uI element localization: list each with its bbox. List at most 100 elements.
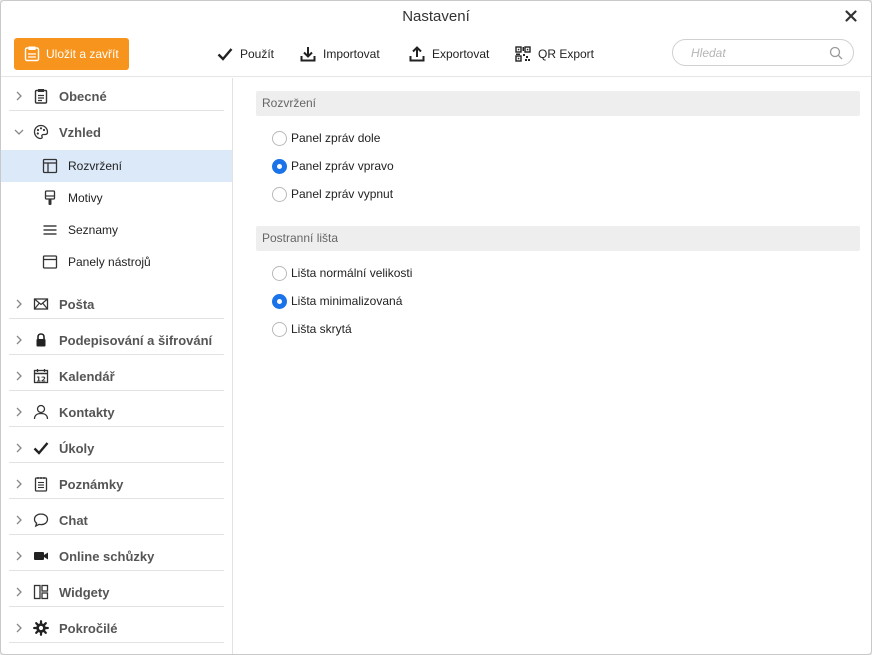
radio-label: Lišta skrytá [291, 322, 352, 336]
settings-window: Nastavení Uložit a zavřít Použít Importo… [0, 0, 872, 655]
sidebar: Obecné Vzhled Rozvržení Motivy Seznamy P… [1, 78, 233, 654]
clipboard-icon [33, 88, 49, 104]
radio-button[interactable] [272, 265, 287, 281]
sidebar-item-label: Panely nástrojů [68, 255, 151, 269]
sidebar-item-lists[interactable]: Seznamy [1, 214, 232, 246]
radio-button[interactable] [272, 130, 287, 146]
export-label: Exportovat [432, 47, 490, 61]
palette-icon [33, 124, 49, 140]
window-icon [42, 254, 58, 270]
sidebar-option-normal[interactable]: Lišta normální velikosti [256, 259, 860, 287]
search-icon[interactable] [829, 46, 843, 60]
person-icon [33, 404, 49, 420]
apply-button[interactable]: Použít [217, 43, 274, 65]
import-label: Importovat [323, 47, 380, 61]
radio-button-selected[interactable] [272, 158, 287, 174]
checkmark-icon [33, 440, 49, 456]
sidebar-item-label: Podepisování a šifrování [59, 332, 213, 348]
qr-code-icon [515, 46, 531, 62]
save-and-close-button[interactable]: Uložit a zavřít [14, 38, 129, 70]
list-icon [42, 222, 58, 238]
settings-content: Rozvržení Panel zpráv dole Panel zpráv v… [233, 78, 871, 654]
chevron-right-icon [13, 334, 25, 346]
layout-option-right[interactable]: Panel zpráv vpravo [256, 152, 860, 180]
sidebar-section-header: Postranní lišta [256, 226, 860, 251]
qr-export-label: QR Export [538, 47, 595, 61]
sidebar-item-label: Vzhled [59, 124, 101, 140]
chevron-right-icon [13, 442, 25, 454]
chevron-right-icon [13, 478, 25, 490]
radio-label: Panel zpráv vpravo [291, 159, 394, 173]
radio-label: Panel zpráv dole [291, 131, 381, 145]
sidebar-item-tasks[interactable]: Úkoly [1, 430, 232, 466]
sidebar-item-label: Rozvržení [68, 159, 123, 173]
sidebar-item-label: Seznamy [68, 223, 119, 237]
sidebar-option-hidden[interactable]: Lišta skrytá [256, 315, 860, 343]
sidebar-item-notes[interactable]: Poznámky [1, 466, 232, 502]
sidebar-item-label: Obecné [59, 88, 107, 104]
notepad-icon [33, 476, 49, 492]
sidebar-item-calendar[interactable]: 12 Kalendář [1, 358, 232, 394]
svg-text:12: 12 [36, 375, 46, 383]
chevron-right-icon [13, 90, 25, 102]
sidebar-item-signing[interactable]: Podepisování a šifrování [1, 322, 232, 358]
import-button[interactable]: Importovat [300, 43, 380, 65]
widgets-icon [33, 584, 49, 600]
sidebar-item-appearance[interactable]: Vzhled [1, 114, 232, 150]
chevron-right-icon [13, 406, 25, 418]
chat-bubble-icon [33, 512, 49, 528]
brush-icon [42, 190, 58, 206]
radio-button[interactable] [272, 321, 287, 337]
calendar-icon: 12 [33, 368, 49, 384]
layout-icon [42, 158, 58, 174]
radio-label: Lišta normální velikosti [291, 266, 413, 280]
sidebar-item-toolbars[interactable]: Panely nástrojů [1, 246, 232, 278]
layout-option-bottom[interactable]: Panel zpráv dole [256, 124, 860, 152]
sidebar-item-label: Motivy [68, 191, 103, 205]
gear-icon [33, 620, 49, 636]
chevron-right-icon [13, 622, 25, 634]
sidebar-item-label: Úkoly [59, 440, 95, 456]
sidebar-item-label: Kontakty [59, 404, 115, 420]
radio-button-selected[interactable] [272, 293, 287, 309]
save-button-label: Uložit a zavřít [46, 47, 119, 61]
video-camera-icon [33, 548, 49, 564]
export-icon [409, 46, 425, 62]
sidebar-item-themes[interactable]: Motivy [1, 182, 232, 214]
apply-label: Použít [240, 47, 275, 61]
sidebar-item-widgets[interactable]: Widgety [1, 574, 232, 610]
checkmark-icon [217, 47, 233, 61]
layout-option-off[interactable]: Panel zpráv vypnut [256, 180, 860, 208]
sidebar-item-contacts[interactable]: Kontakty [1, 394, 232, 430]
sidebar-item-meetings[interactable]: Online schůzky [1, 538, 232, 574]
sidebar-item-label: Poznámky [59, 476, 124, 492]
search-box [672, 39, 854, 66]
radio-label: Panel zpráv vypnut [291, 187, 394, 201]
save-icon [24, 46, 40, 62]
close-icon[interactable] [843, 8, 859, 24]
qr-export-button[interactable]: QR Export [515, 43, 594, 65]
import-icon [300, 46, 316, 62]
radio-button[interactable] [272, 186, 287, 202]
export-button[interactable]: Exportovat [409, 43, 489, 65]
lock-icon [33, 332, 49, 348]
envelope-icon [33, 296, 49, 312]
sidebar-item-general[interactable]: Obecné [1, 78, 232, 114]
chevron-right-icon [13, 298, 25, 310]
sidebar-item-label: Pošta [59, 296, 95, 312]
sidebar-item-chat[interactable]: Chat [1, 502, 232, 538]
layout-section-header: Rozvržení [256, 91, 860, 116]
sidebar-item-mail[interactable]: Pošta [1, 286, 232, 322]
chevron-right-icon [13, 586, 25, 598]
chevron-down-icon [13, 126, 25, 138]
window-title: Nastavení [402, 8, 470, 25]
sidebar-item-label: Online schůzky [59, 548, 155, 564]
sidebar-item-layout[interactable]: Rozvržení [1, 150, 232, 182]
sidebar-item-label: Kalendář [59, 368, 115, 384]
sidebar-item-label: Widgety [59, 584, 110, 600]
search-input[interactable] [691, 45, 829, 60]
chevron-right-icon [13, 550, 25, 562]
sidebar-item-advanced[interactable]: Pokročilé [1, 610, 232, 646]
sidebar-item-label: Pokročilé [59, 620, 118, 636]
sidebar-option-minimized[interactable]: Lišta minimalizovaná [256, 287, 860, 315]
